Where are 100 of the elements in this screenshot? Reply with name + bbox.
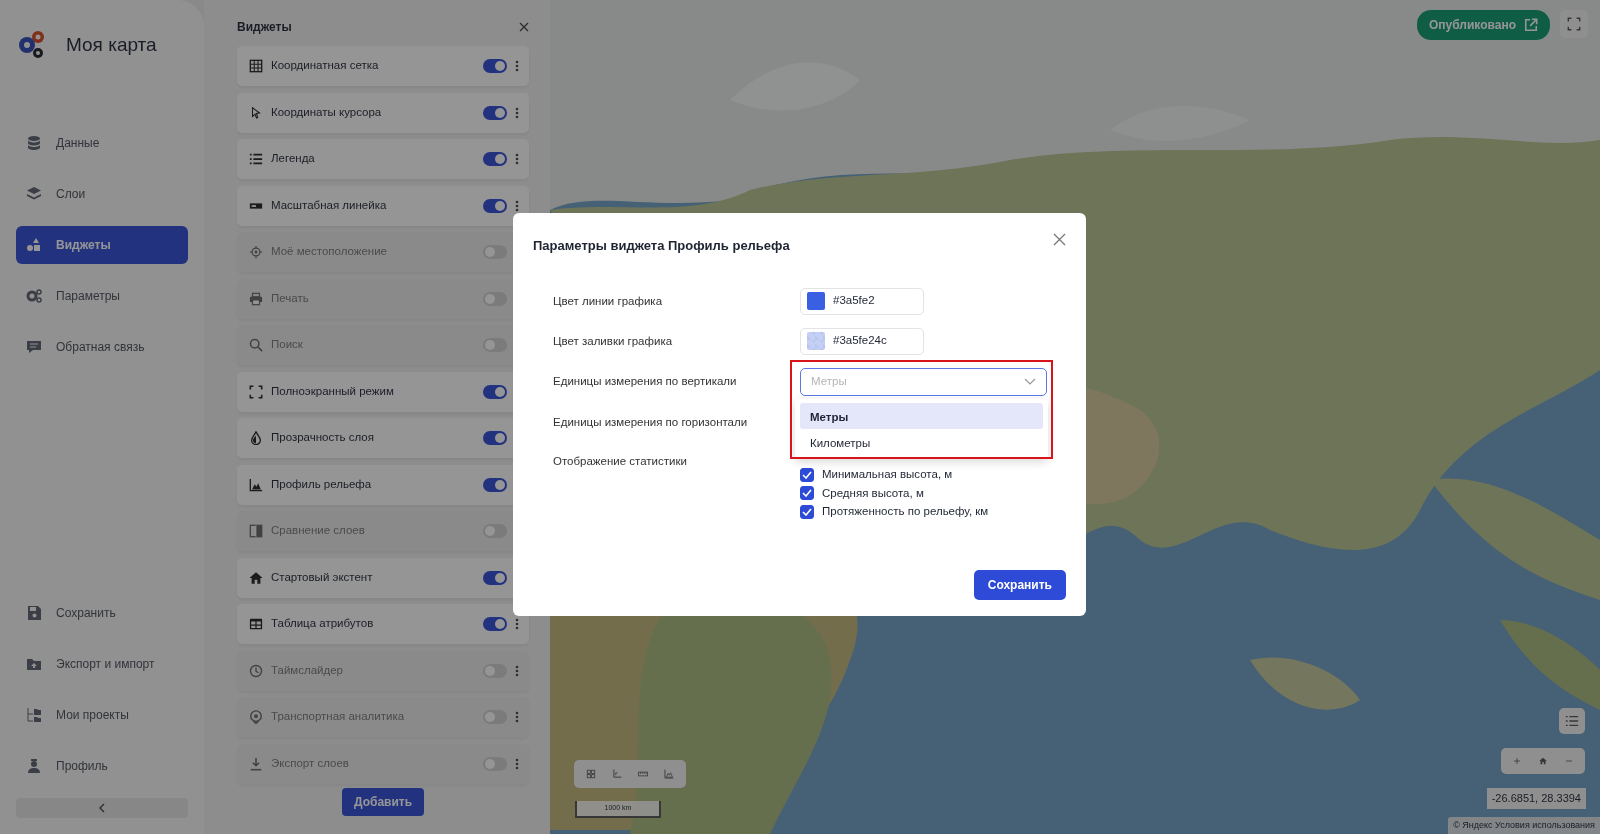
- field-label: Цвет заливки графика: [552, 333, 674, 349]
- split-panel-icon: [249, 524, 263, 538]
- close-button[interactable]: [1053, 233, 1066, 246]
- checkbox[interactable]: [800, 504, 814, 519]
- list-icon: [249, 152, 263, 166]
- sidebar-item[interactable]: Слои: [16, 175, 188, 213]
- legend-button[interactable]: [1559, 708, 1585, 734]
- toggle-switch[interactable]: [483, 245, 507, 259]
- sidebar-item[interactable]: Экспорт и импорт: [16, 645, 188, 683]
- color-swatch: [807, 332, 825, 350]
- app-title: Моя карта: [66, 32, 157, 57]
- checkbox-label: Протяженность по рельефу, км: [822, 504, 989, 520]
- panel-title: Виджеты: [237, 19, 292, 36]
- dropdown-option[interactable]: Метры: [800, 402, 1043, 429]
- widget-label: Полноэкранный режим: [271, 383, 395, 399]
- widget-label: Масштабная линейка: [271, 197, 388, 213]
- area-chart-icon: [249, 477, 263, 492]
- clock-icon: [249, 663, 263, 678]
- color-field[interactable]: #3a5fe24c: [800, 327, 924, 355]
- toggle-switch[interactable]: [483, 617, 507, 631]
- layers-icon: [26, 186, 42, 202]
- chevron-down-icon: [1024, 377, 1036, 386]
- close-button[interactable]: [519, 22, 529, 32]
- toggle-switch[interactable]: [483, 152, 507, 166]
- download-icon: [249, 756, 263, 771]
- sidebar-item[interactable]: Данные: [16, 124, 188, 162]
- dropdown-option[interactable]: Километры: [800, 428, 1043, 455]
- search-icon: [249, 338, 263, 352]
- widget-label: Поиск: [271, 337, 304, 353]
- more-options-icon: [515, 153, 519, 165]
- grid-icon: [249, 59, 263, 73]
- chevron-left-icon: [98, 803, 106, 813]
- toggle-switch[interactable]: [483, 198, 507, 213]
- select-placeholder: Метры: [811, 373, 847, 389]
- widget-label: Координаты курсора: [271, 104, 383, 120]
- more-options-icon: [515, 664, 519, 677]
- more-options-icon: [515, 199, 519, 212]
- checkbox[interactable]: [800, 467, 814, 482]
- toggle-switch[interactable]: [483, 524, 507, 538]
- add-button[interactable]: Добавить: [341, 788, 425, 816]
- toggle-switch[interactable]: [483, 477, 507, 492]
- sidebar-item[interactable]: Мои проекты: [16, 696, 188, 734]
- chat-icon: [26, 339, 42, 355]
- table-icon: [249, 617, 263, 631]
- widget-label: Таблица атрибутов: [271, 616, 375, 632]
- toggle-switch[interactable]: [483, 663, 507, 678]
- external-link-icon: [1524, 18, 1538, 32]
- gears-icon: [26, 288, 42, 304]
- sidebar-item[interactable]: Виджеты: [16, 226, 188, 264]
- home-icon: [249, 570, 263, 585]
- widget-label: Печать: [271, 290, 310, 306]
- toggle-switch[interactable]: [483, 570, 507, 585]
- widget-label: Легенда: [271, 151, 316, 167]
- widget-label: Моё местоположение: [271, 244, 389, 260]
- select-field[interactable]: Метры: [800, 367, 1047, 396]
- checkbox[interactable]: [800, 486, 814, 501]
- color-value: #3a5fe2: [833, 293, 875, 309]
- widget-label: Транспортная аналитика: [271, 709, 406, 725]
- printer-icon: [249, 291, 263, 306]
- toggle-switch[interactable]: [483, 384, 507, 399]
- coordinates-readout: -26.6851, 28.3394: [1486, 788, 1586, 809]
- widget-label: Координатная сетка: [271, 58, 380, 74]
- sidebar-item[interactable]: Сохранить: [16, 594, 188, 632]
- more-options-icon: [515, 106, 519, 119]
- publish-button[interactable]: Опубликовано: [1416, 10, 1550, 40]
- color-value: #3a5fe24c: [833, 333, 887, 349]
- toggle-switch[interactable]: [483, 431, 507, 445]
- toggle-switch[interactable]: [483, 59, 507, 73]
- fullscreen-button[interactable]: [1560, 10, 1588, 38]
- location-pin-icon: [249, 710, 263, 724]
- fullscreen-icon: [249, 384, 263, 399]
- field-label: Единицы измерения по вертикали: [552, 373, 738, 389]
- field-label: Единицы измерения по горизонтали: [552, 414, 749, 430]
- widget-label: Сравнение слоев: [271, 523, 366, 539]
- sidebar-item[interactable]: Профиль: [16, 747, 188, 785]
- widget-label: Прозрачность слоя: [271, 430, 375, 446]
- database-icon: [26, 135, 42, 151]
- sidebar-item[interactable]: Обратная связь: [16, 328, 188, 366]
- widget-label: Профиль рельефа: [271, 476, 373, 492]
- more-options-icon: [515, 618, 519, 630]
- more-options-icon: [515, 711, 519, 723]
- fullscreen-icon: [1567, 17, 1581, 31]
- toggle-switch[interactable]: [483, 710, 507, 724]
- field-label: Отображение статистики: [552, 453, 688, 469]
- color-field[interactable]: #3a5fe2: [800, 287, 924, 315]
- toggle-switch[interactable]: [483, 291, 507, 306]
- sidebar-item[interactable]: Параметры: [16, 277, 188, 315]
- toggle-switch[interactable]: [483, 105, 507, 120]
- close-icon: [1053, 233, 1066, 246]
- checkbox-label: Средняя высота, м: [822, 485, 924, 501]
- toggle-switch[interactable]: [483, 756, 507, 771]
- shapes-icon: [26, 237, 42, 253]
- list-icon: [1565, 714, 1579, 728]
- cursor-icon: [249, 105, 263, 120]
- save-button[interactable]: Сохранить: [973, 570, 1066, 600]
- checkbox-label: Минимальная высота, м: [822, 467, 953, 483]
- dialog-title: Параметры виджета Профиль рельефа: [533, 237, 790, 255]
- field-label: Цвет линии графика: [552, 293, 664, 309]
- toggle-switch[interactable]: [483, 338, 507, 352]
- close-icon: [519, 22, 529, 32]
